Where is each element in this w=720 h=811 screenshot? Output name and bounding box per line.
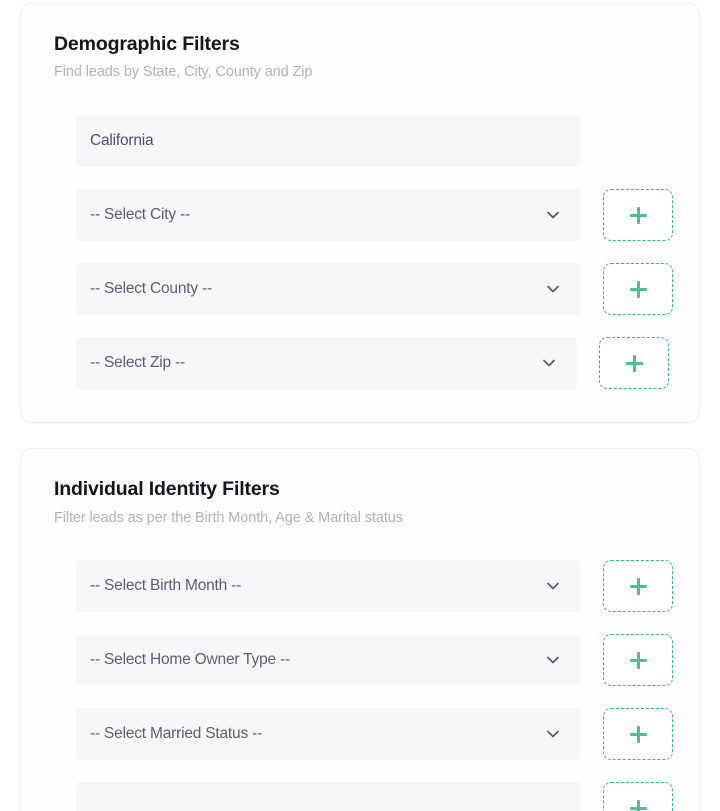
add-next-filter-button[interactable] bbox=[603, 782, 673, 811]
add-married-status-button[interactable] bbox=[603, 708, 673, 761]
individual-identity-filters-title: Individual Identity Filters bbox=[54, 478, 280, 501]
add-home-owner-type-button[interactable] bbox=[603, 634, 673, 687]
plus-icon bbox=[629, 725, 647, 743]
add-county-button[interactable] bbox=[603, 263, 673, 316]
filter-row: -- Select Married Status -- bbox=[21, 697, 699, 771]
filter-row: California bbox=[21, 104, 699, 178]
individual-identity-filters-rows: -- Select Birth Month -- -- Select Home … bbox=[21, 549, 699, 811]
individual-identity-filters-card: Individual Identity Filters Filter leads… bbox=[20, 448, 700, 811]
demographic-filters-card: Demographic Filters Find leads by State,… bbox=[20, 3, 700, 424]
filter-row bbox=[21, 771, 699, 811]
home-owner-type-select[interactable]: -- Select Home Owner Type -- bbox=[76, 634, 581, 687]
plus-icon bbox=[629, 799, 647, 811]
birth-month-select[interactable]: -- Select Birth Month -- bbox=[76, 560, 581, 613]
home-owner-type-select-value: -- Select Home Owner Type -- bbox=[90, 651, 290, 669]
chevron-down-icon bbox=[545, 281, 561, 297]
city-select[interactable]: -- Select City -- bbox=[76, 189, 581, 242]
page-title: Demographic Filters bbox=[54, 33, 240, 55]
chevron-down-icon bbox=[541, 355, 557, 371]
plus-icon bbox=[629, 651, 647, 669]
city-select-value: -- Select City -- bbox=[90, 206, 190, 224]
individual-identity-filters-subtitle: Filter leads as per the Birth Month, Age… bbox=[54, 509, 403, 526]
individual-identity-filters-header: Individual Identity Filters Filter leads… bbox=[21, 477, 699, 527]
zip-select[interactable]: -- Select Zip -- bbox=[76, 337, 577, 390]
filter-row: -- Select County -- bbox=[21, 252, 699, 326]
state-input[interactable]: California bbox=[76, 115, 581, 168]
demographic-filters-rows: California -- Select City -- -- Select C… bbox=[21, 104, 699, 422]
plus-icon bbox=[625, 354, 643, 372]
plus-icon bbox=[629, 577, 647, 595]
filter-row: -- Select Home Owner Type -- bbox=[21, 623, 699, 697]
plus-icon bbox=[629, 280, 647, 298]
state-input-value: California bbox=[90, 132, 154, 150]
county-select[interactable]: -- Select County -- bbox=[76, 263, 581, 316]
demographic-filters-subtitle: Find leads by State, City, County and Zi… bbox=[54, 64, 313, 81]
add-city-button[interactable] bbox=[603, 189, 673, 242]
next-filter-select[interactable] bbox=[76, 782, 581, 811]
demographic-filters-header: Demographic Filters Find leads by State,… bbox=[21, 32, 699, 82]
filters-page: Demographic Filters Find leads by State,… bbox=[0, 0, 720, 811]
chevron-down-icon bbox=[545, 207, 561, 223]
add-birth-month-button[interactable] bbox=[603, 560, 673, 613]
plus-icon bbox=[629, 206, 647, 224]
filter-row: -- Select Birth Month -- bbox=[21, 549, 699, 623]
filter-row: -- Select City -- bbox=[21, 178, 699, 252]
zip-select-value: -- Select Zip -- bbox=[90, 354, 185, 372]
chevron-down-icon bbox=[545, 578, 561, 594]
chevron-down-icon bbox=[545, 726, 561, 742]
married-status-select[interactable]: -- Select Married Status -- bbox=[76, 708, 581, 761]
chevron-down-icon bbox=[545, 652, 561, 668]
add-zip-button[interactable] bbox=[599, 337, 669, 390]
married-status-select-value: -- Select Married Status -- bbox=[90, 725, 263, 743]
county-select-value: -- Select County -- bbox=[90, 280, 212, 298]
birth-month-select-value: -- Select Birth Month -- bbox=[90, 577, 242, 595]
filter-row: -- Select Zip -- bbox=[21, 326, 699, 400]
